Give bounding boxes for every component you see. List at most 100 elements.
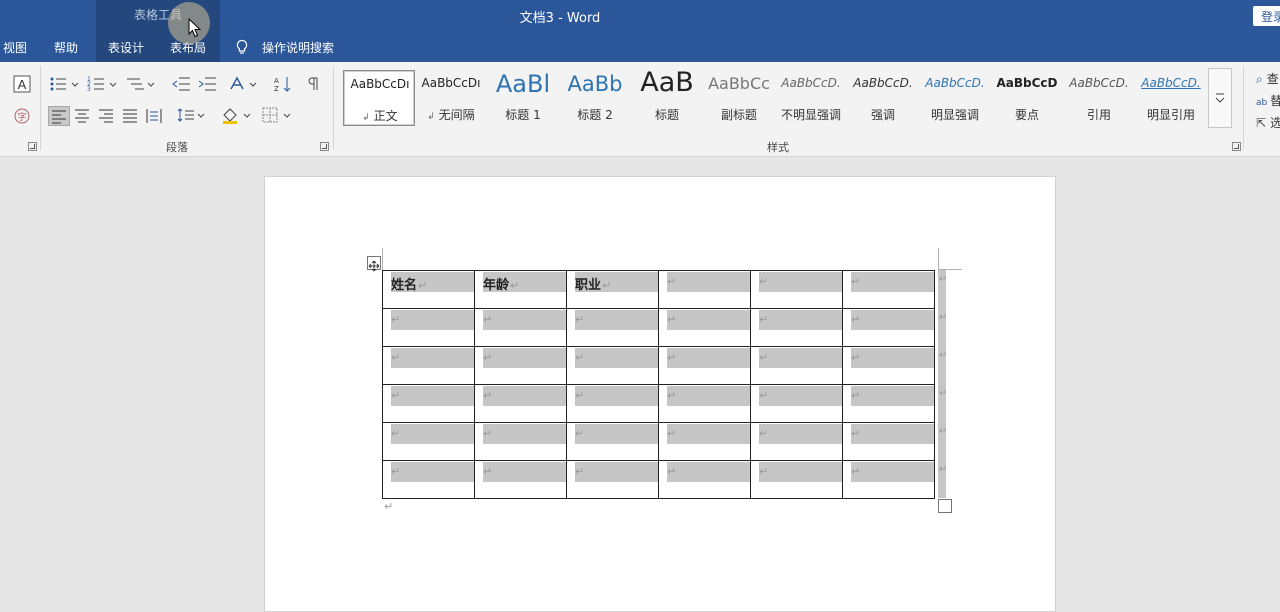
row-end-mark: ↵ <box>939 312 948 323</box>
table-cell[interactable]: ↵ <box>842 422 935 461</box>
table-cell[interactable]: ↵ <box>750 384 843 423</box>
style-normal[interactable]: AaBbCcDı ↲ 正文 <box>343 70 415 126</box>
table-cell[interactable]: ↵ <box>474 384 567 423</box>
distributed-icon[interactable] <box>144 106 166 126</box>
text-effects-icon[interactable]: A <box>12 74 34 94</box>
tell-me-search[interactable]: 操作说明搜索 <box>262 39 334 56</box>
style-subtitle[interactable]: AaBbCc 副标题 <box>703 70 775 126</box>
table-cell[interactable]: ↵ <box>566 384 659 423</box>
paragraph-dialog-launcher-icon[interactable] <box>320 142 329 151</box>
style-quote[interactable]: AaBbCcD. 引用 <box>1063 70 1135 126</box>
sort-icon[interactable]: AZ <box>272 74 294 94</box>
table-grid[interactable]: 姓名↵ 年龄↵ 职业↵ ↵ ↵ ↵ ↵ ↵ ↵ ↵ ↵ ↵ ↵ ↵ ↵ ↵ ↵ ↵ ↵ ↵ ↵ ↵ ↵ ↵ ↵ ↵ ↵ ↵ ↵ ↵ ↵ ↵ ↵ ↵… <box>382 270 935 499</box>
table-cell[interactable]: ↵ <box>750 422 843 461</box>
bullets-icon[interactable] <box>48 74 82 94</box>
replace-button[interactable]: ab 替 <box>1256 92 1280 109</box>
cell-end-mark: ↵ <box>391 465 401 478</box>
table-header-row: 姓名↵ 年龄↵ 职业↵ ↵ ↵ ↵ <box>382 270 935 309</box>
decrease-indent-icon[interactable] <box>170 74 192 94</box>
table-cell[interactable]: ↵ <box>750 346 843 385</box>
table-cell[interactable]: ↵ <box>750 270 843 309</box>
style-heading-2[interactable]: AaBb 标题 2 <box>559 70 631 126</box>
table-cell[interactable]: ↵ <box>658 422 751 461</box>
style-heading-1[interactable]: AaBl 标题 1 <box>487 70 559 126</box>
table-cell[interactable]: 年龄↵ <box>474 270 567 309</box>
table-cell[interactable]: ↵ <box>474 460 567 499</box>
cell-end-mark: ↵ <box>602 279 612 292</box>
cell-shading <box>483 424 566 444</box>
row-end-mark: ↵ <box>939 426 948 437</box>
style-title[interactable]: AaB 标题 <box>631 67 703 126</box>
table-cell[interactable]: ↵ <box>382 460 475 499</box>
styles-dialog-launcher-icon[interactable] <box>1232 142 1241 151</box>
table-cell[interactable]: ↵ <box>842 270 935 309</box>
increase-indent-icon[interactable] <box>196 74 218 94</box>
enclose-character-icon[interactable]: 字 <box>12 106 34 126</box>
table-cell[interactable]: ↵ <box>842 460 935 499</box>
table-cell[interactable]: ↵ <box>658 308 751 347</box>
cell-end-mark: ↵ <box>759 351 769 364</box>
table-cell[interactable]: ↵ <box>566 422 659 461</box>
document-table[interactable]: 姓名↵ 年龄↵ 职业↵ ↵ ↵ ↵ ↵ ↵ ↵ ↵ ↵ ↵ ↵ ↵ ↵ ↵ ↵ ↵ ↵ ↵ ↵ ↵ ↵ ↵ ↵ ↵ ↵ ↵ ↵ ↵ ↵ ↵ ↵ ↵… <box>382 270 935 499</box>
style-no-spacing[interactable]: AaBbCcDı ↲ 无间隔 <box>415 70 487 126</box>
style-intense-emphasis[interactable]: AaBbCcD. 明显强调 <box>919 70 991 126</box>
numbering-icon[interactable]: 123 <box>86 74 120 94</box>
login-button[interactable]: 登录 <box>1253 6 1280 26</box>
align-center-icon[interactable] <box>72 106 94 126</box>
find-button[interactable]: ⌕ 查 <box>1256 70 1279 87</box>
table-cell[interactable]: ↵ <box>750 308 843 347</box>
table-cell[interactable]: ↵ <box>842 346 935 385</box>
cell-end-mark: ↵ <box>851 351 861 364</box>
line-spacing-icon[interactable] <box>176 106 208 126</box>
cell-end-mark: ↵ <box>759 275 769 288</box>
font-dialog-launcher-icon[interactable] <box>28 142 37 151</box>
style-subtle-emphasis[interactable]: AaBbCcD. 不明显强调 <box>775 70 847 126</box>
header-cell-text: 职业 <box>575 278 602 293</box>
align-right-icon[interactable] <box>96 106 118 126</box>
table-cell[interactable]: ↵ <box>382 422 475 461</box>
table-cell[interactable]: ↵ <box>842 308 935 347</box>
align-left-icon[interactable] <box>48 106 70 126</box>
table-cell[interactable]: ↵ <box>750 460 843 499</box>
select-button[interactable]: ⇱ 选 <box>1256 114 1280 131</box>
table-cell[interactable]: 职业↵ <box>566 270 659 309</box>
tab-table-design-overlay[interactable]: 表设计 <box>108 39 144 56</box>
table-cell[interactable]: ↵ <box>658 384 751 423</box>
tab-help[interactable]: 帮助 <box>54 39 78 56</box>
table-resize-handle-icon[interactable] <box>938 499 952 513</box>
table-cell[interactable]: ↵ <box>658 270 751 309</box>
tab-view[interactable]: 视图 <box>3 39 27 56</box>
table-cell[interactable]: ↵ <box>382 384 475 423</box>
justify-icon[interactable] <box>120 106 142 126</box>
table-cell[interactable]: ↵ <box>474 308 567 347</box>
style-intense-quote[interactable]: AaBbCcD. 明显引用 <box>1135 70 1207 126</box>
table-cell[interactable]: ↵ <box>474 422 567 461</box>
cell-shading <box>483 348 566 368</box>
table-cell[interactable]: ↵ <box>566 460 659 499</box>
table-cell[interactable]: ↵ <box>382 308 475 347</box>
lightbulb-icon[interactable] <box>234 39 250 55</box>
svg-text:A: A <box>274 77 279 85</box>
cell-end-mark: ↵ <box>391 389 401 402</box>
style-emphasis[interactable]: AaBbCcD. 强调 <box>847 70 919 126</box>
multilevel-list-icon[interactable] <box>124 74 158 94</box>
table-cell[interactable]: ↵ <box>658 346 751 385</box>
table-cell[interactable]: ↵ <box>566 346 659 385</box>
cell-end-mark: ↵ <box>575 427 585 440</box>
cell-shading <box>391 424 474 444</box>
table-cell[interactable]: ↵ <box>474 346 567 385</box>
table-cell[interactable]: ↵ <box>842 384 935 423</box>
chinese-layout-icon[interactable] <box>228 74 260 94</box>
table-cell[interactable]: 姓名↵ <box>382 270 475 309</box>
shading-icon[interactable] <box>220 106 254 126</box>
cell-shading <box>667 462 750 482</box>
svg-text:A: A <box>18 77 27 92</box>
styles-more-button[interactable] <box>1208 68 1232 128</box>
borders-icon[interactable] <box>260 106 294 126</box>
table-cell[interactable]: ↵ <box>382 346 475 385</box>
style-strong[interactable]: AaBbCcD 要点 <box>991 70 1063 126</box>
table-move-handle-icon[interactable] <box>367 256 381 272</box>
show-formatting-icon[interactable] <box>302 74 324 94</box>
table-cell[interactable]: ↵ <box>566 308 659 347</box>
table-cell[interactable]: ↵ <box>658 460 751 499</box>
